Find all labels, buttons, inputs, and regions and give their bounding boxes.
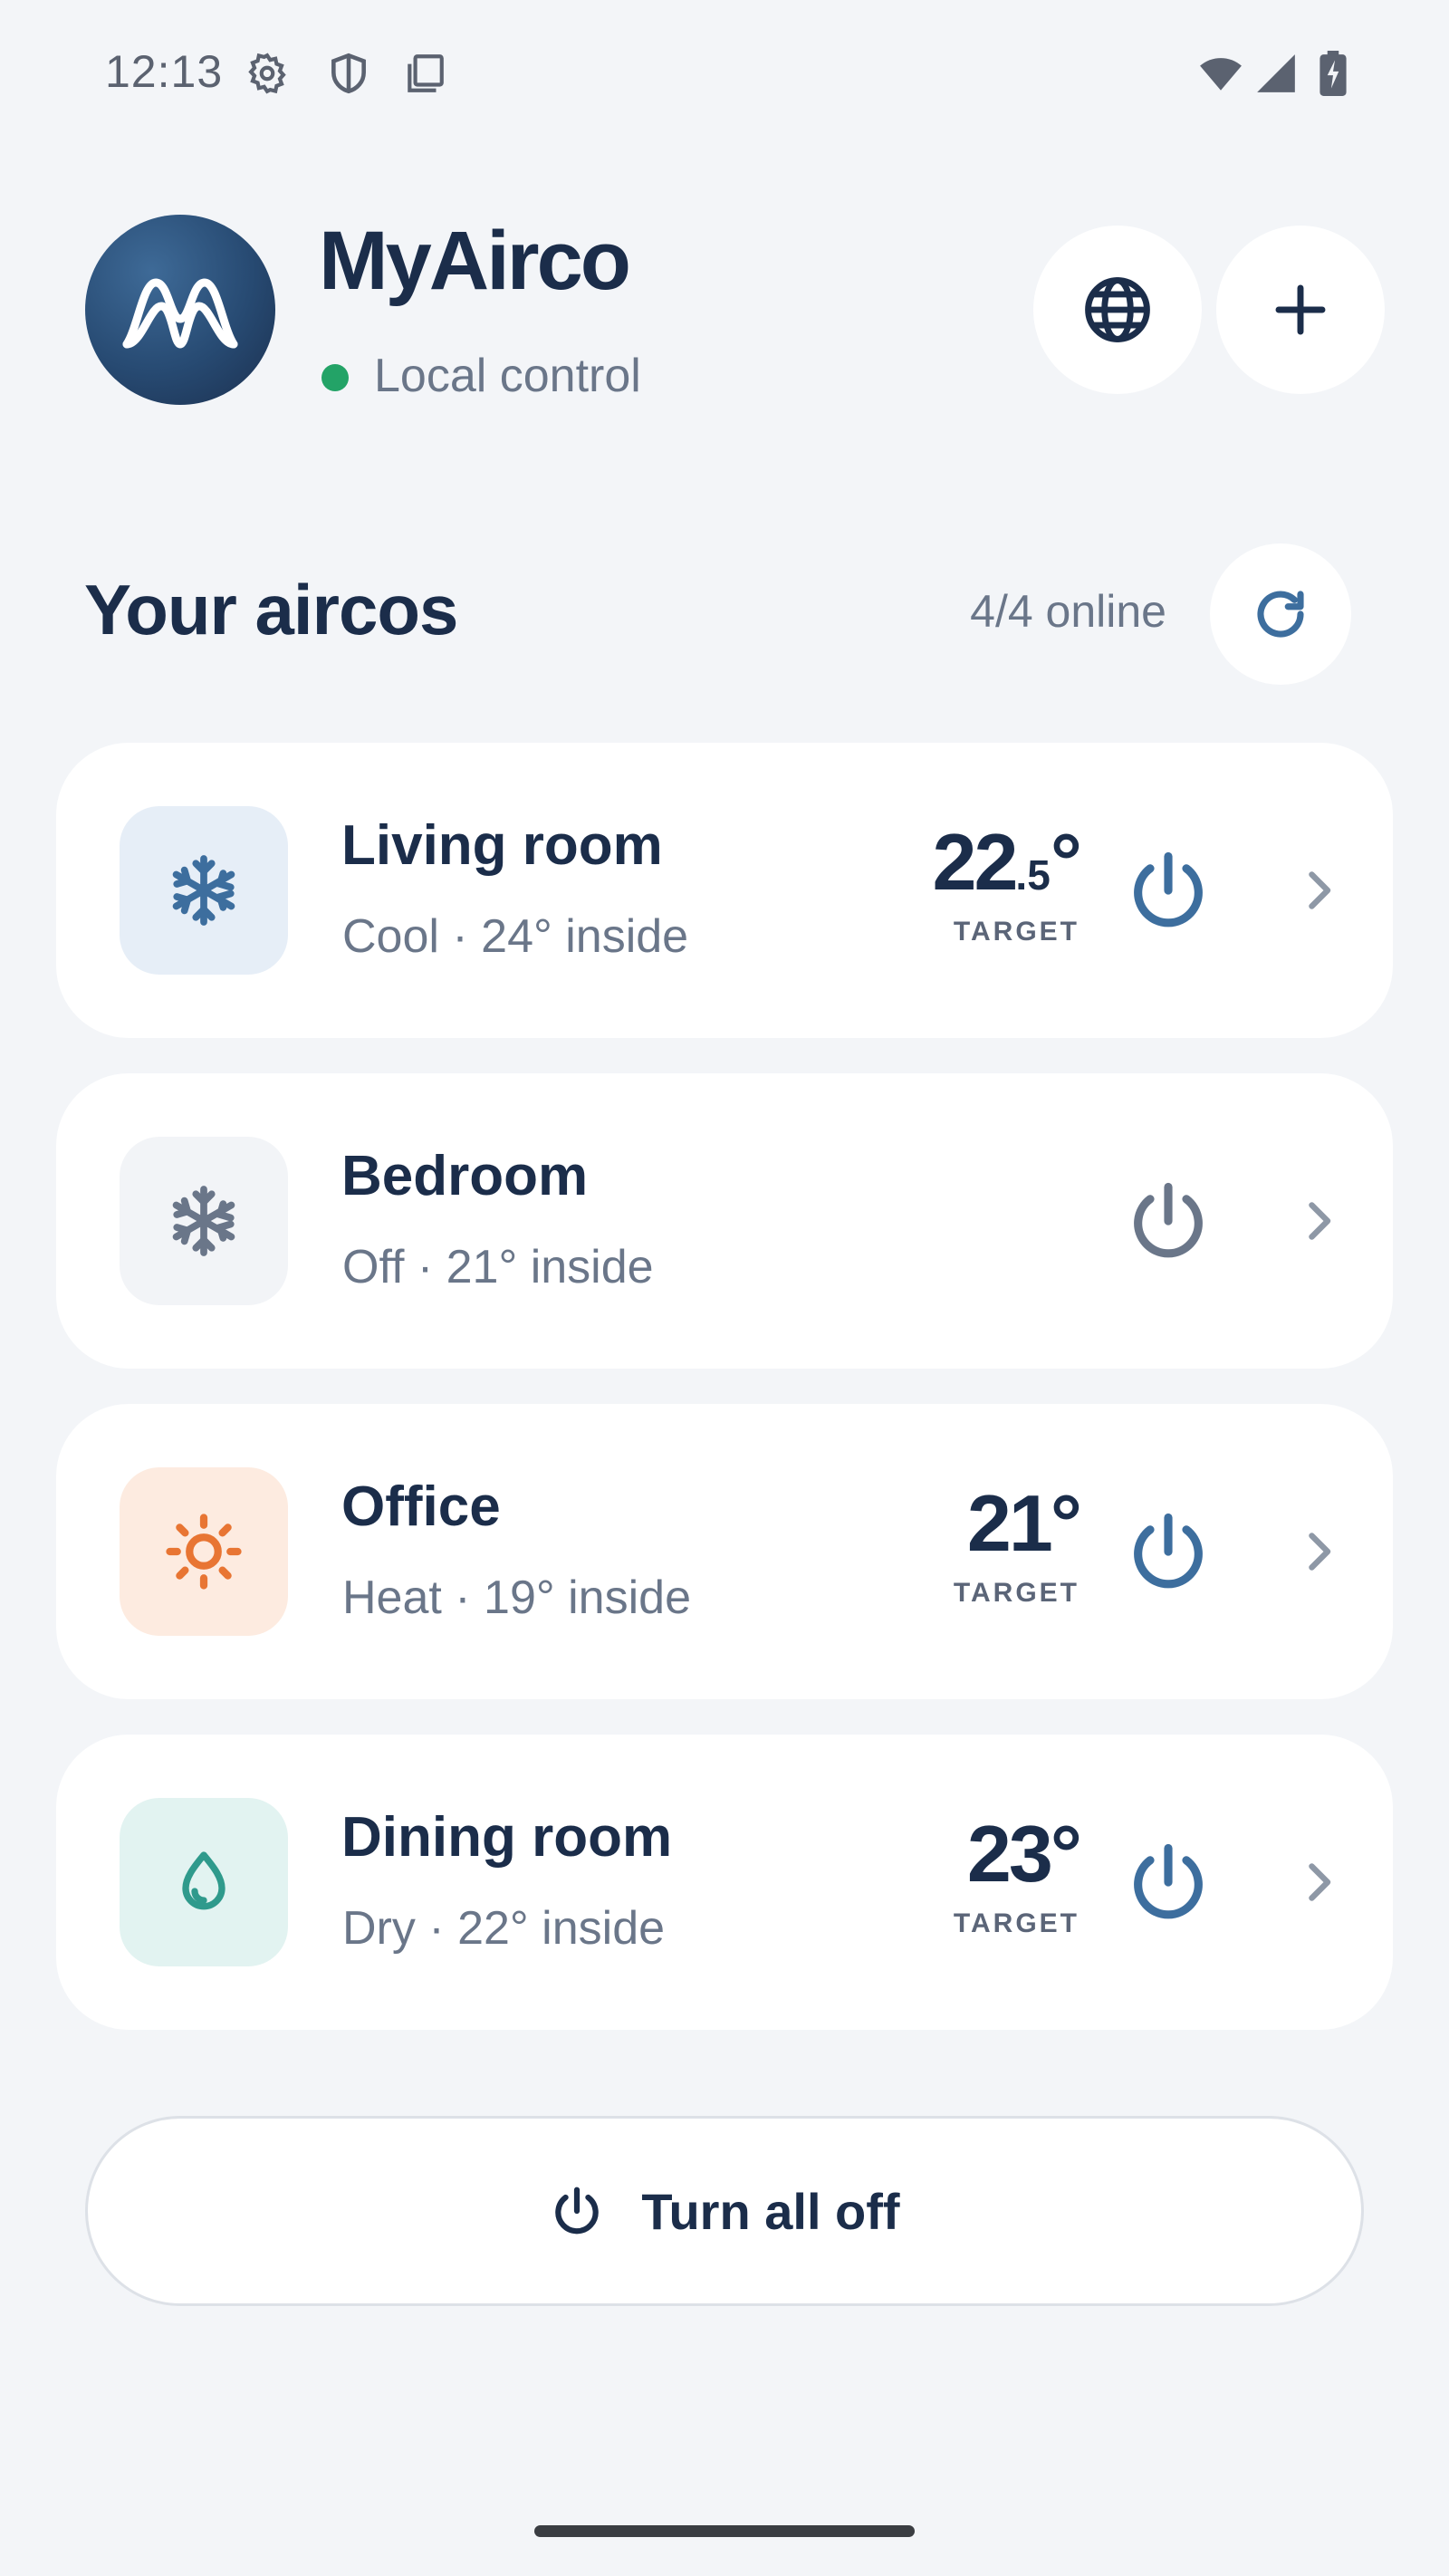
aircon-card[interactable]: Dining room Dry · 22° inside 23° TARGET bbox=[56, 1735, 1393, 2030]
add-device-button[interactable] bbox=[1216, 226, 1385, 394]
device-status: Cool · 24° inside bbox=[342, 910, 689, 963]
device-name: Dining room bbox=[341, 1806, 673, 1869]
app-logo bbox=[85, 215, 275, 405]
target-degree: ° bbox=[1050, 1809, 1082, 1898]
battery-charging-icon bbox=[1317, 51, 1349, 96]
shield-icon bbox=[326, 51, 371, 96]
target-integer: 22 bbox=[932, 817, 1019, 907]
mode-tile bbox=[120, 1467, 288, 1636]
connection-status-dot bbox=[321, 364, 349, 391]
status-bar: 12:13 bbox=[0, 0, 1449, 145]
device-status: Off · 21° inside bbox=[342, 1241, 654, 1293]
device-name: Bedroom bbox=[341, 1145, 589, 1207]
power-button[interactable] bbox=[1123, 1506, 1214, 1597]
snowflake-icon bbox=[172, 1186, 235, 1256]
sun-icon bbox=[166, 1514, 242, 1590]
device-status: Dry · 22° inside bbox=[342, 1902, 666, 1955]
power-icon bbox=[1134, 1513, 1203, 1589]
home-indicator[interactable] bbox=[534, 2525, 915, 2537]
mode-tile bbox=[120, 806, 288, 975]
snowflake-icon bbox=[172, 855, 235, 926]
target-label: TARGET bbox=[953, 1908, 1080, 1938]
device-status: Heat · 19° inside bbox=[342, 1572, 691, 1624]
refresh-button[interactable] bbox=[1210, 543, 1351, 685]
aircon-card[interactable]: Office Heat · 19° inside 21° TARGET bbox=[56, 1404, 1393, 1699]
chevron-right-icon[interactable] bbox=[1291, 1524, 1346, 1579]
device-name: Living room bbox=[341, 814, 663, 877]
target-label: TARGET bbox=[953, 917, 1080, 947]
chevron-right-icon[interactable] bbox=[1291, 1855, 1346, 1909]
globe-icon bbox=[1085, 277, 1150, 342]
turn-all-off-label: Turn all off bbox=[641, 2182, 900, 2240]
power-icon bbox=[1134, 1843, 1203, 1919]
target-temperature: 23° TARGET bbox=[953, 1814, 1082, 1939]
screen: 12:13 MyAirco Local control Your aircos … bbox=[0, 0, 1449, 2576]
chevron-right-icon[interactable] bbox=[1291, 1194, 1346, 1248]
mode-tile bbox=[120, 1137, 288, 1305]
target-integer: 21 bbox=[966, 1478, 1053, 1568]
status-time: 12:13 bbox=[105, 46, 224, 97]
signal-icon bbox=[1253, 51, 1299, 96]
target-decimal: .5 bbox=[1015, 851, 1051, 899]
power-button[interactable] bbox=[1123, 1837, 1214, 1927]
target-degree: ° bbox=[1050, 1478, 1082, 1568]
target-integer: 23 bbox=[966, 1809, 1053, 1898]
online-count: 4/4 online bbox=[970, 586, 1166, 637]
chevron-right-icon[interactable] bbox=[1291, 863, 1346, 918]
power-button[interactable] bbox=[1123, 1176, 1214, 1266]
plus-icon bbox=[1275, 284, 1326, 335]
target-degree: ° bbox=[1050, 817, 1082, 907]
refresh-icon bbox=[1257, 591, 1304, 638]
droplet-icon bbox=[182, 1851, 226, 1910]
target-temperature: 21° TARGET bbox=[953, 1484, 1082, 1609]
aircon-card[interactable]: Bedroom Off · 21° inside bbox=[56, 1073, 1393, 1369]
section-title: Your aircos bbox=[84, 570, 458, 649]
device-name: Office bbox=[341, 1475, 501, 1538]
app-title: MyAirco bbox=[319, 215, 631, 307]
gear-icon bbox=[245, 51, 290, 96]
aircon-card[interactable]: Living room Cool · 24° inside 22.5° TARG… bbox=[56, 743, 1393, 1038]
connection-status-text: Local control bbox=[374, 350, 641, 402]
power-button[interactable] bbox=[1123, 845, 1214, 936]
language-button[interactable] bbox=[1033, 226, 1202, 394]
copy-icon bbox=[402, 51, 447, 96]
power-icon bbox=[1134, 851, 1203, 928]
turn-all-off-button[interactable]: Turn all off bbox=[85, 2116, 1364, 2306]
power-icon bbox=[555, 2187, 600, 2235]
power-icon bbox=[1134, 1182, 1203, 1258]
wifi-icon bbox=[1194, 51, 1248, 96]
mode-tile bbox=[120, 1798, 288, 1966]
target-temperature: 22.5° TARGET bbox=[933, 822, 1082, 947]
target-label: TARGET bbox=[953, 1578, 1080, 1608]
